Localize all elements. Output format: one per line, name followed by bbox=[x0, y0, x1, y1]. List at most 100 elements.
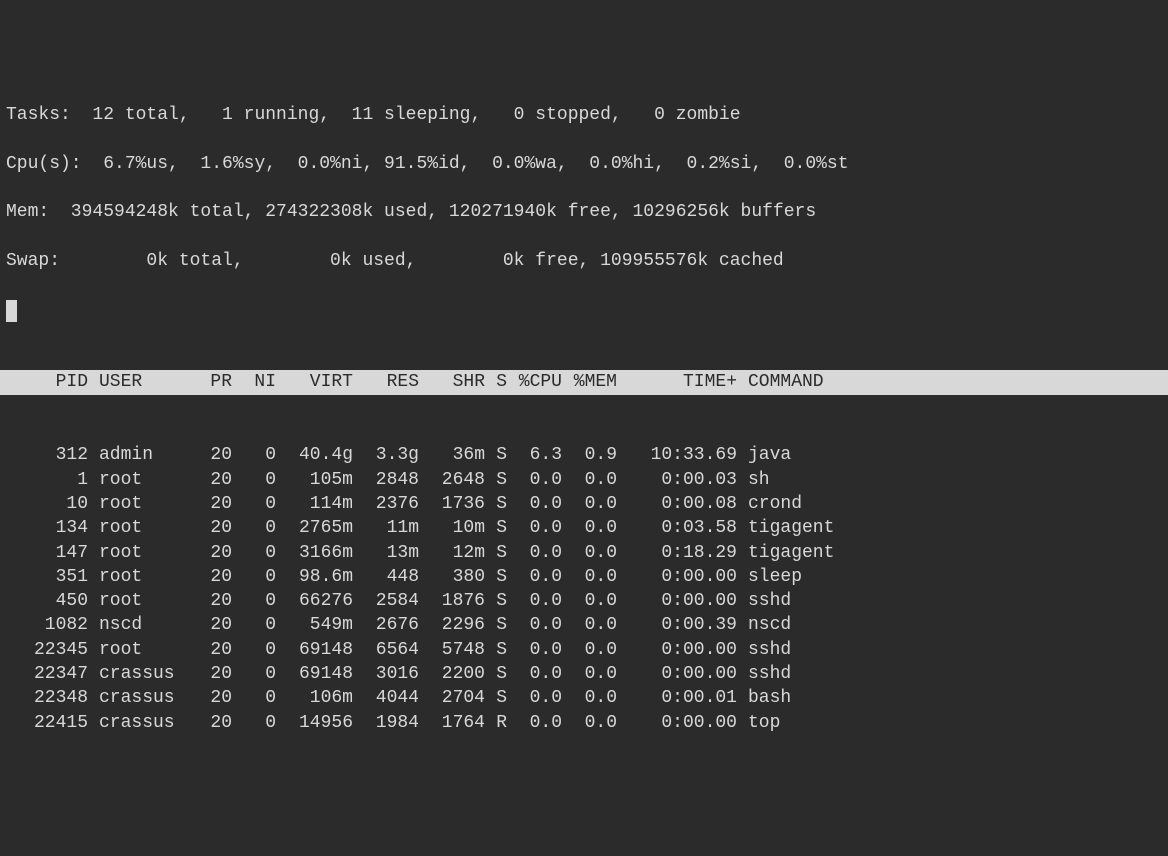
cell-cmd: nscd bbox=[737, 613, 791, 637]
col-pr: PR bbox=[188, 370, 232, 394]
cell-shr: 380 bbox=[419, 565, 485, 589]
cell-s: S bbox=[485, 589, 507, 613]
cell-ni: 0 bbox=[232, 443, 276, 467]
cell-s: S bbox=[485, 516, 507, 540]
cell-pid: 10 bbox=[0, 492, 88, 516]
cell-s: S bbox=[485, 638, 507, 662]
cell-time: 10:33.69 bbox=[617, 443, 737, 467]
process-row: 147root2003166m13m12mS0.00.00:18.29tigag… bbox=[0, 541, 1168, 565]
cell-shr: 2648 bbox=[419, 468, 485, 492]
cell-s: S bbox=[485, 662, 507, 686]
cell-cpu: 0.0 bbox=[507, 589, 562, 613]
cell-s: R bbox=[485, 711, 507, 735]
cell-virt: 105m bbox=[276, 468, 353, 492]
cell-user: root bbox=[88, 492, 188, 516]
cell-user: crassus bbox=[88, 711, 188, 735]
cell-virt: 66276 bbox=[276, 589, 353, 613]
col-pid: PID bbox=[0, 370, 88, 394]
cell-shr: 1876 bbox=[419, 589, 485, 613]
cell-shr: 10m bbox=[419, 516, 485, 540]
cell-cmd: crond bbox=[737, 492, 802, 516]
cell-cmd: tigagent bbox=[737, 516, 834, 540]
cell-s: S bbox=[485, 443, 507, 467]
process-row: 22348crassus200106m40442704S0.00.00:00.0… bbox=[0, 686, 1168, 710]
cell-time: 0:00.00 bbox=[617, 565, 737, 589]
cell-res: 6564 bbox=[353, 638, 419, 662]
cell-pid: 450 bbox=[0, 589, 88, 613]
cell-virt: 69148 bbox=[276, 638, 353, 662]
cell-cpu: 0.0 bbox=[507, 565, 562, 589]
cell-cpu: 0.0 bbox=[507, 492, 562, 516]
cell-user: root bbox=[88, 468, 188, 492]
cell-user: root bbox=[88, 565, 188, 589]
cell-virt: 3166m bbox=[276, 541, 353, 565]
cell-res: 13m bbox=[353, 541, 419, 565]
cell-pr: 20 bbox=[188, 686, 232, 710]
cell-cpu: 0.0 bbox=[507, 541, 562, 565]
cell-pr: 20 bbox=[188, 613, 232, 637]
mem-summary: Mem: 394594248k total, 274322308k used, … bbox=[0, 200, 1168, 224]
cell-cpu: 0.0 bbox=[507, 613, 562, 637]
cell-cmd: sshd bbox=[737, 662, 791, 686]
cell-time: 0:00.01 bbox=[617, 686, 737, 710]
cell-cpu: 0.0 bbox=[507, 686, 562, 710]
cell-virt: 114m bbox=[276, 492, 353, 516]
process-table-header: PIDUSERPRNIVIRTRESSHRS%CPU%MEMTIME+COMMA… bbox=[0, 370, 1168, 394]
col-time: TIME+ bbox=[617, 370, 737, 394]
cell-user: crassus bbox=[88, 686, 188, 710]
cell-ni: 0 bbox=[232, 662, 276, 686]
tasks-summary: Tasks: 12 total, 1 running, 11 sleeping,… bbox=[0, 103, 1168, 127]
cell-res: 2676 bbox=[353, 613, 419, 637]
cell-ni: 0 bbox=[232, 565, 276, 589]
cell-cpu: 0.0 bbox=[507, 711, 562, 735]
cell-virt: 549m bbox=[276, 613, 353, 637]
cell-s: S bbox=[485, 686, 507, 710]
cell-pid: 22348 bbox=[0, 686, 88, 710]
cell-ni: 0 bbox=[232, 589, 276, 613]
cell-time: 0:00.00 bbox=[617, 589, 737, 613]
cell-pr: 20 bbox=[188, 565, 232, 589]
cell-mem: 0.0 bbox=[562, 686, 617, 710]
cursor-icon bbox=[6, 300, 17, 322]
cell-time: 0:00.03 bbox=[617, 468, 737, 492]
cell-mem: 0.0 bbox=[562, 613, 617, 637]
cell-res: 3016 bbox=[353, 662, 419, 686]
cell-ni: 0 bbox=[232, 613, 276, 637]
cell-pid: 312 bbox=[0, 443, 88, 467]
cell-pr: 20 bbox=[188, 516, 232, 540]
cell-shr: 2200 bbox=[419, 662, 485, 686]
process-row: 22347crassus2006914830162200S0.00.00:00.… bbox=[0, 662, 1168, 686]
process-table-body: 312admin20040.4g3.3g36mS6.30.910:33.69ja… bbox=[0, 443, 1168, 735]
cell-virt: 2765m bbox=[276, 516, 353, 540]
process-row: 312admin20040.4g3.3g36mS6.30.910:33.69ja… bbox=[0, 443, 1168, 467]
cell-virt: 69148 bbox=[276, 662, 353, 686]
cell-mem: 0.0 bbox=[562, 541, 617, 565]
cell-ni: 0 bbox=[232, 686, 276, 710]
cell-res: 4044 bbox=[353, 686, 419, 710]
col-user: USER bbox=[88, 370, 188, 394]
cell-res: 2848 bbox=[353, 468, 419, 492]
cell-shr: 1764 bbox=[419, 711, 485, 735]
cell-cmd: top bbox=[737, 711, 780, 735]
cell-cmd: sh bbox=[737, 468, 770, 492]
cell-pid: 134 bbox=[0, 516, 88, 540]
cell-pr: 20 bbox=[188, 492, 232, 516]
cell-ni: 0 bbox=[232, 541, 276, 565]
cell-user: crassus bbox=[88, 662, 188, 686]
col-s: S bbox=[485, 370, 507, 394]
cell-mem: 0.0 bbox=[562, 565, 617, 589]
input-cursor-line[interactable] bbox=[0, 298, 1168, 322]
process-row: 22415crassus2001495619841764R0.00.00:00.… bbox=[0, 711, 1168, 735]
cell-pid: 1 bbox=[0, 468, 88, 492]
cell-s: S bbox=[485, 541, 507, 565]
cell-mem: 0.0 bbox=[562, 589, 617, 613]
cell-res: 2584 bbox=[353, 589, 419, 613]
col-ni: NI bbox=[232, 370, 276, 394]
cell-pr: 20 bbox=[188, 589, 232, 613]
cell-user: admin bbox=[88, 443, 188, 467]
swap-summary: Swap: 0k total, 0k used, 0k free, 109955… bbox=[0, 249, 1168, 273]
cell-pr: 20 bbox=[188, 711, 232, 735]
cell-pid: 1082 bbox=[0, 613, 88, 637]
cell-user: root bbox=[88, 541, 188, 565]
cell-pid: 22347 bbox=[0, 662, 88, 686]
